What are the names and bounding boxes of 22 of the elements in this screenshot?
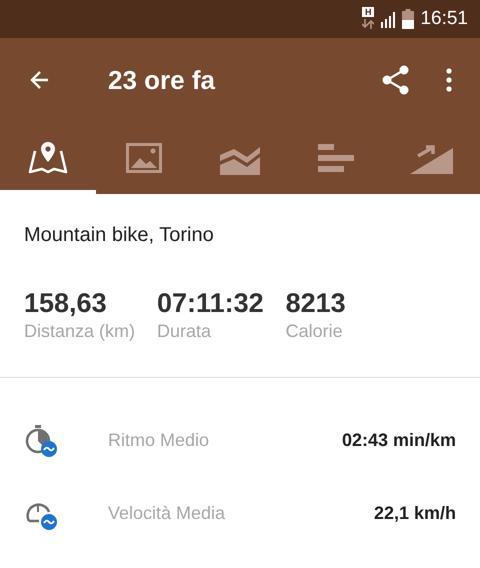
bar-list-icon <box>318 143 354 173</box>
metric-label: Ritmo Medio <box>108 430 210 451</box>
activity-title: Mountain bike, Torino <box>23 223 215 248</box>
stopwatch-icon <box>24 424 58 458</box>
data-arrows-icon <box>362 19 374 29</box>
screen-title: 23 ore fa <box>108 64 216 96</box>
stat-label: Distanza (km) <box>24 321 136 342</box>
stat-value: 158,63 <box>24 288 108 319</box>
metric-value: 02:43 min/km <box>342 430 456 451</box>
share-button[interactable] <box>382 65 410 95</box>
stat-label: Calorie <box>286 321 344 342</box>
clock: 16:51 <box>420 8 468 30</box>
battery-icon <box>402 9 414 29</box>
more-options-button[interactable] <box>446 68 452 92</box>
metric-value: 22,1 km/h <box>374 503 456 524</box>
network-type-badge: H <box>362 7 374 17</box>
map-pin-icon <box>27 141 69 175</box>
stat-value: 8213 <box>286 288 346 319</box>
stat-label: Durata <box>157 321 212 342</box>
image-icon <box>126 143 162 173</box>
stat-value: 07:11:32 <box>157 288 264 319</box>
metric-label: Velocità Media <box>108 503 226 524</box>
